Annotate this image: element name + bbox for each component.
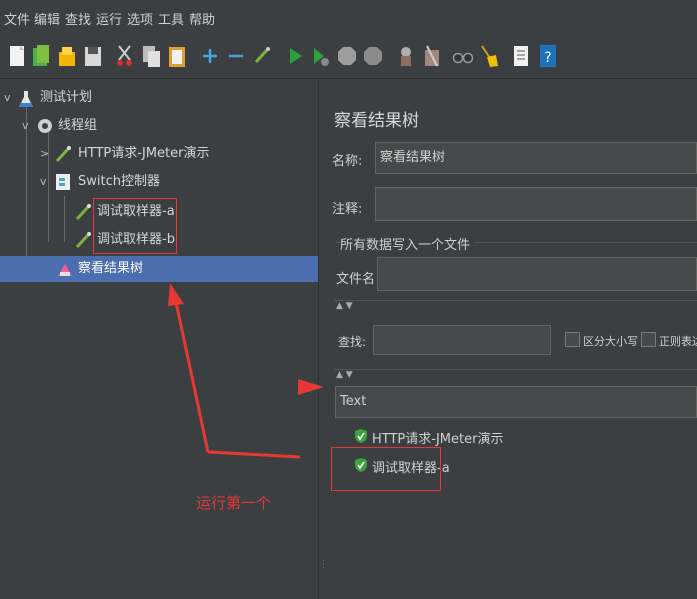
shutdown-icon[interactable]	[362, 42, 384, 70]
result-item[interactable]: HTTP请求-JMeter演示	[354, 426, 654, 448]
menu-search[interactable]: 查找	[65, 9, 91, 28]
panel-title: 察看结果树	[334, 111, 419, 131]
comment-field[interactable]	[375, 187, 697, 221]
divider-line	[334, 369, 697, 370]
comment-label: 注释:	[332, 202, 363, 217]
menu-edit[interactable]: 编辑	[34, 9, 60, 28]
case-sensitive-label: 区分大小写	[583, 335, 638, 348]
name-field[interactable]: 察看结果树	[375, 142, 697, 174]
open-icon[interactable]	[56, 42, 78, 70]
divider-line	[334, 300, 697, 301]
cut-icon[interactable]	[114, 42, 136, 70]
search-icon[interactable]	[452, 42, 474, 70]
menu-file[interactable]: 文件	[4, 9, 30, 28]
regex-checkbox[interactable]	[641, 332, 656, 347]
menu-bar: 文件 编辑 查找 运行 选项 工具 帮助	[0, 0, 697, 34]
copy-icon[interactable]	[140, 42, 162, 70]
split-arrows-icon[interactable]: ▲ ▼	[336, 301, 353, 311]
results-tree-panel: 察看结果树 名称: 察看结果树 注释: 所有数据写入一个文件 文件名 ▲ ▼ 查…	[298, 80, 697, 599]
search-label: 查找:	[338, 335, 367, 349]
function-helper-icon[interactable]	[510, 42, 532, 70]
collapse-icon[interactable]	[225, 42, 247, 70]
clear-all-icon[interactable]	[421, 42, 443, 70]
filename-label: 文件名	[336, 272, 376, 287]
new-icon[interactable]	[6, 42, 28, 70]
start-no-pause-icon[interactable]	[309, 42, 331, 70]
renderer-select[interactable]: Text	[335, 386, 697, 418]
case-sensitive-checkbox[interactable]	[565, 332, 580, 347]
filename-input[interactable]	[377, 257, 697, 291]
section-border	[474, 242, 697, 243]
svg-text:?: ?	[544, 50, 551, 66]
arrow-head-icon	[298, 379, 324, 395]
regex-label: 正则表达	[659, 335, 697, 348]
menu-help[interactable]: 帮助	[189, 9, 215, 28]
paste-icon[interactable]	[166, 42, 188, 70]
result-item-label: HTTP请求-JMeter演示	[372, 432, 504, 447]
help-icon[interactable]: ?	[537, 42, 559, 70]
search-input[interactable]	[373, 325, 551, 355]
stop-icon[interactable]	[336, 42, 358, 70]
clear-icon[interactable]	[395, 42, 417, 70]
annotation-text: 运行第一个	[196, 494, 272, 512]
menu-options[interactable]: 选项	[127, 9, 153, 28]
broom-icon[interactable]	[478, 42, 500, 70]
save-icon[interactable]	[82, 42, 104, 70]
expand-icon[interactable]	[199, 42, 221, 70]
divider-grip-icon: ⋮	[319, 560, 329, 582]
file-section-title: 所有数据写入一个文件	[340, 238, 471, 253]
name-label: 名称:	[332, 154, 363, 169]
templates-icon[interactable]	[30, 42, 52, 70]
success-shield-icon	[355, 429, 367, 443]
toggle-icon[interactable]	[251, 42, 273, 70]
menu-run[interactable]: 运行	[96, 9, 122, 28]
annotation-arrows	[168, 283, 301, 459]
toolbar: ?	[0, 36, 697, 79]
menu-tools[interactable]: 工具	[158, 9, 184, 28]
start-icon[interactable]	[284, 42, 306, 70]
test-plan-tree: v 测试计划 v 线程组 > HTTP请求-JMeter演示 v Switch控…	[0, 80, 318, 599]
highlight-box	[331, 447, 441, 491]
split-arrows-icon[interactable]: ▲ ▼	[336, 370, 353, 380]
